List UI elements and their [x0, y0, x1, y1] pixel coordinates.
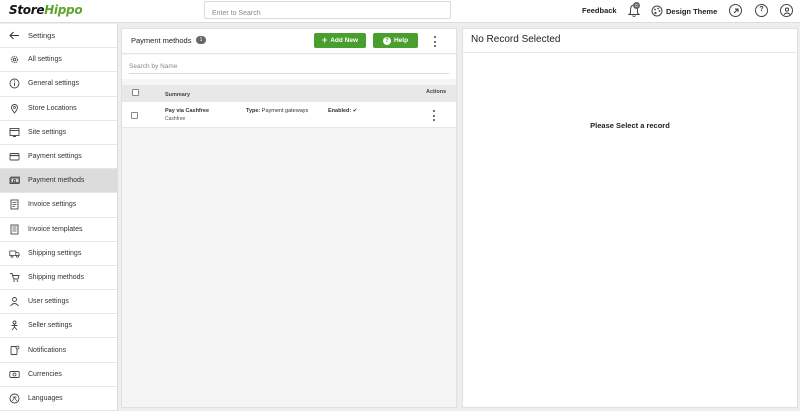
- sidebar-item-label: Shipping settings: [28, 249, 82, 257]
- sidebar-item-notifications[interactable]: Notifications: [0, 338, 117, 363]
- list-search-input[interactable]: [129, 60, 449, 74]
- sidebar-item-payment-settings[interactable]: Payment settings: [0, 145, 117, 170]
- language-icon: [9, 393, 20, 404]
- help-icon[interactable]: ?: [755, 4, 768, 17]
- list-search: [122, 55, 456, 79]
- cart-icon: [9, 272, 20, 283]
- plus-icon: +: [321, 35, 328, 45]
- record-count-badge: 1: [196, 36, 206, 44]
- global-search-input[interactable]: [205, 5, 450, 22]
- top-bar: StoreHippo Feedback 0 Design Theme ?: [0, 0, 800, 23]
- sidebar-item-label: Shipping methods: [28, 273, 85, 281]
- record-detail-panel: No Record Selected Please Select a recor…: [462, 28, 798, 408]
- template-icon: [9, 224, 20, 235]
- help-label: Help: [393, 37, 409, 44]
- sidebar-item-label: Invoice templates: [28, 225, 83, 233]
- table-header: Summary Actions: [122, 85, 456, 102]
- sidebar-item-label: Site settings: [28, 128, 67, 136]
- question-circle-icon: ?: [382, 36, 391, 45]
- row-actions-menu-icon[interactable]: [431, 110, 437, 121]
- row-type-value: Payment gateways: [261, 108, 309, 114]
- location-pin-icon: [9, 103, 20, 114]
- row-enabled-label: Enabled:: [328, 108, 352, 114]
- sidebar-item-label: Seller settings: [28, 322, 72, 330]
- design-theme-label: Design Theme: [666, 6, 718, 16]
- sidebar-item-invoice-settings[interactable]: Invoice settings: [0, 193, 117, 218]
- sidebar-item-label: Store Locations: [28, 104, 77, 112]
- summary-column-header: Summary: [165, 92, 191, 98]
- site-icon: [9, 127, 20, 138]
- external-link-icon[interactable]: [729, 4, 742, 17]
- panel-header: Payment methods 1 + Add New ? Help: [122, 29, 456, 54]
- select-all-checkbox[interactable]: [132, 89, 139, 96]
- sidebar-item-store-locations[interactable]: Store Locations: [0, 97, 117, 121]
- storehippo-logo[interactable]: StoreHippo: [9, 3, 83, 17]
- enabled-check-icon: ✔: [352, 108, 358, 114]
- settings-back-link[interactable]: Settings: [0, 24, 117, 49]
- sidebar-item-invoice-templates[interactable]: Invoice templates: [0, 218, 117, 242]
- gear-icon: [9, 54, 20, 65]
- add-new-label: Add New: [330, 37, 359, 44]
- sidebar-item-label: All settings: [28, 56, 62, 64]
- add-new-button[interactable]: + Add New: [314, 33, 366, 48]
- detail-title: No Record Selected: [471, 34, 561, 45]
- sidebar-item-label: Languages: [28, 394, 63, 402]
- sidebar-item-all-settings[interactable]: All settings: [0, 48, 117, 73]
- table-row[interactable]: Pay via Cashfree Cashfree Type: Payment …: [122, 102, 456, 128]
- card-icon: [9, 151, 20, 162]
- feedback-link[interactable]: Feedback: [582, 6, 617, 15]
- sidebar-item-site-settings[interactable]: Site settings: [0, 121, 117, 145]
- global-search[interactable]: [204, 1, 451, 22]
- sidebar-item-label: User settings: [28, 298, 69, 306]
- sidebar-item-payment-methods[interactable]: Payment methods: [0, 169, 117, 194]
- sidebar-item-label: Payment settings: [28, 153, 82, 161]
- empty-state-message: Please Select a record: [590, 121, 670, 130]
- sidebar-item-label: Invoice settings: [28, 201, 77, 209]
- user-icon: [9, 296, 20, 307]
- invoice-icon: [9, 199, 20, 210]
- row-subtitle: Cashfree: [165, 116, 186, 122]
- help-button[interactable]: ? Help: [373, 33, 418, 48]
- notifications-bell-icon[interactable]: 0: [627, 2, 641, 18]
- sidebar-item-currencies[interactable]: Currencies: [0, 363, 117, 387]
- settings-back-label: Settings: [28, 31, 56, 41]
- notification-icon: [9, 345, 20, 356]
- sidebar-item-shipping-settings[interactable]: Shipping settings: [0, 242, 117, 266]
- sidebar-item-shipping-methods[interactable]: Shipping methods: [0, 266, 117, 291]
- sidebar-item-label: Notifications: [28, 346, 67, 354]
- seller-icon: [9, 320, 20, 331]
- settings-sidebar: Settings All settings General settings Sto…: [0, 24, 118, 411]
- notification-count-badge: 0: [633, 2, 640, 9]
- sidebar-item-general-settings[interactable]: General settings: [0, 72, 117, 97]
- design-theme-button[interactable]: Design Theme: [651, 4, 717, 18]
- row-type-label: Type:: [246, 108, 261, 114]
- truck-icon: [9, 248, 20, 259]
- sidebar-item-label: Currencies: [28, 370, 62, 378]
- currency-icon: [9, 369, 20, 380]
- sidebar-item-languages[interactable]: Languages: [0, 387, 117, 411]
- panel-more-options-icon[interactable]: [432, 36, 438, 47]
- payment-methods-panel: Payment methods 1 + Add New ? Help Summa…: [121, 28, 457, 408]
- palette-icon: [651, 5, 663, 17]
- sidebar-item-seller-settings[interactable]: Seller settings: [0, 314, 117, 339]
- row-checkbox[interactable]: [131, 112, 138, 119]
- panel-title: Payment methods: [131, 36, 192, 45]
- sidebar-item-label: Payment methods: [28, 177, 85, 185]
- user-account-icon[interactable]: [780, 4, 793, 17]
- detail-header: No Record Selected: [463, 29, 797, 53]
- sidebar-item-user-settings[interactable]: User settings: [0, 290, 117, 315]
- info-icon: [9, 78, 20, 89]
- money-icon: [9, 175, 20, 186]
- row-name: Pay via Cashfree: [165, 108, 210, 114]
- actions-column-header: Actions: [426, 89, 447, 95]
- back-arrow-icon: [9, 30, 20, 41]
- sidebar-item-label: General settings: [28, 80, 79, 88]
